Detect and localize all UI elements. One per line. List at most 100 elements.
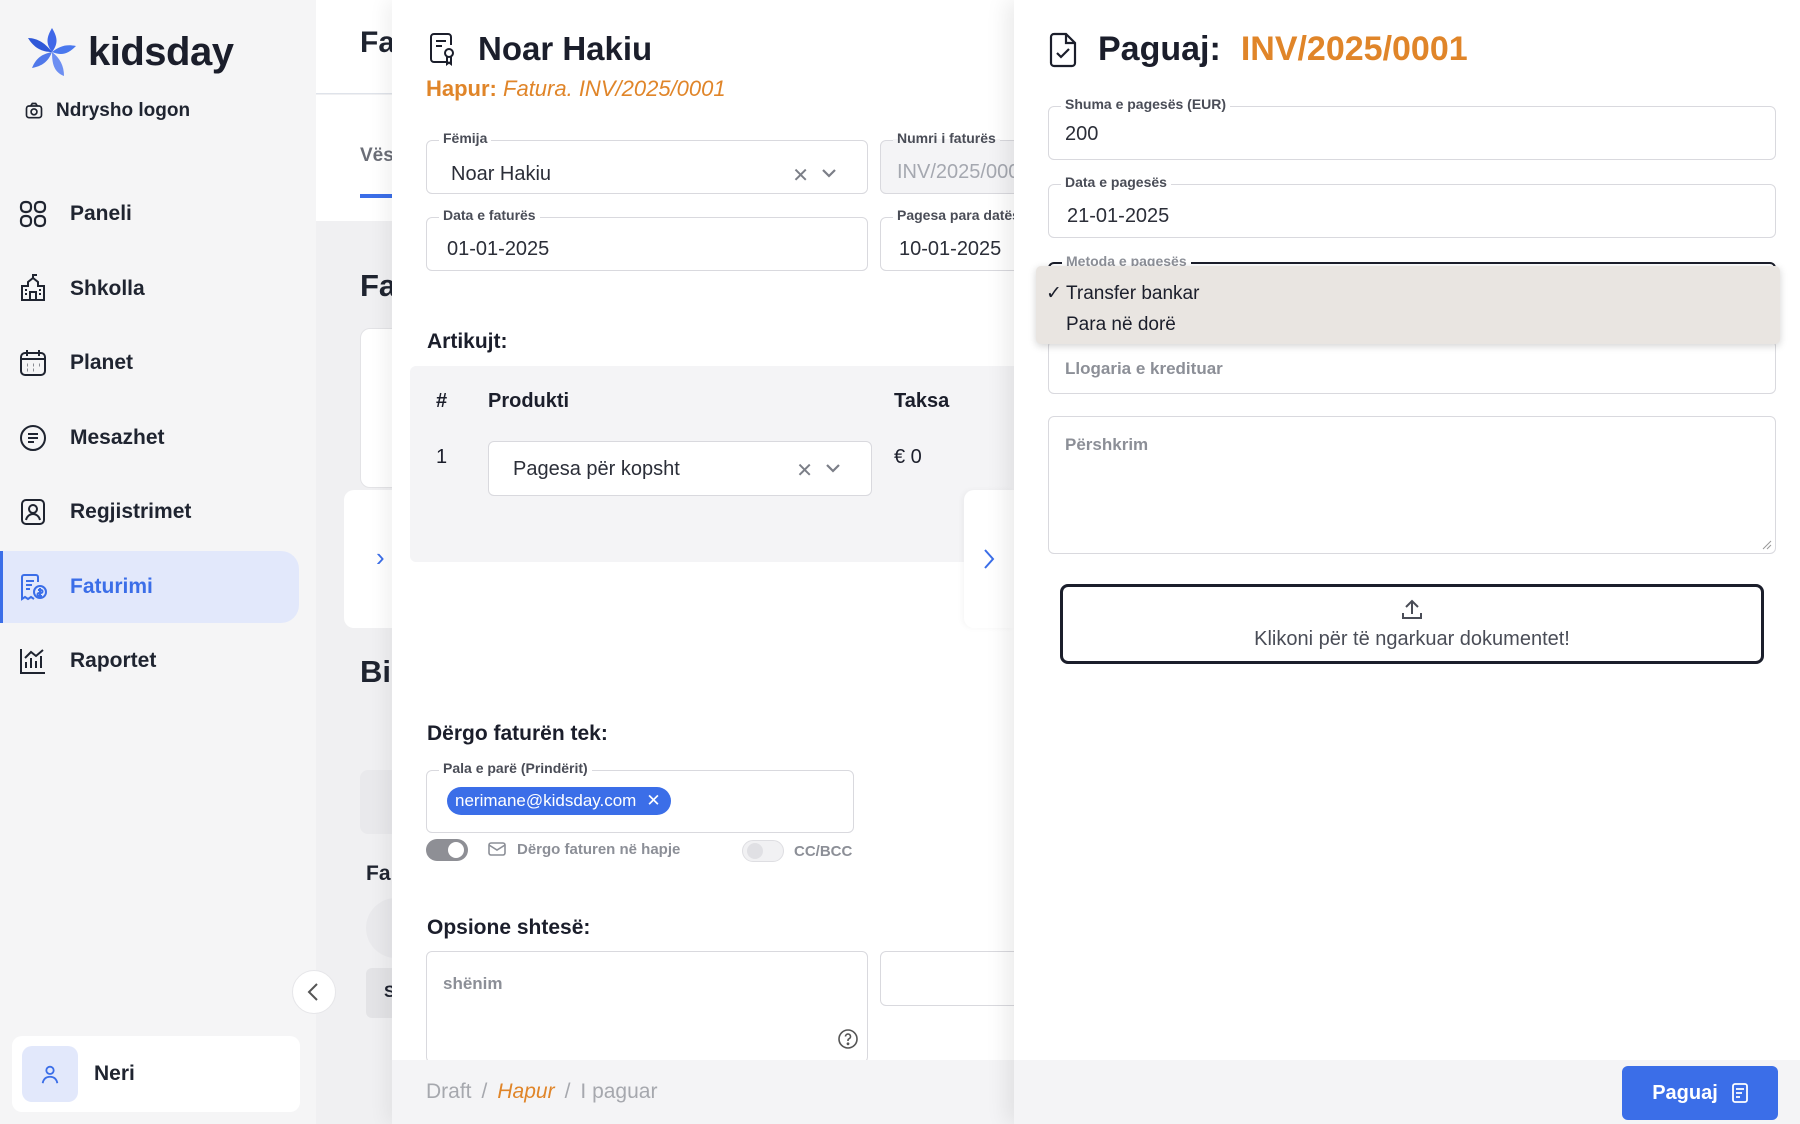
message-icon	[20, 424, 46, 451]
sidebar-item-label: Mesazhet	[70, 425, 165, 449]
items-title: Artikujt:	[427, 330, 508, 353]
invoice-title: Noar Hakiu	[478, 30, 653, 67]
sidebar-item-paneli[interactable]: Paneli	[0, 178, 316, 250]
calendar-icon	[20, 350, 46, 376]
payment-date-value: 21-01-2025	[1067, 205, 1170, 227]
remove-chip-icon[interactable]: ✕	[646, 791, 660, 811]
sidebar-item-planet[interactable]: Planet	[0, 327, 316, 399]
sidebar-item-label: Regjistrimet	[70, 500, 192, 523]
description-placeholder: Përshkrim	[1065, 435, 1149, 454]
ccbcc-label: CC/BCC	[794, 843, 853, 860]
invoice-date-label: Data e faturës	[439, 207, 540, 223]
email-chip[interactable]: nerimane@kidsday.com ✕	[447, 787, 671, 815]
extra-options-title: Opsione shtesë:	[427, 916, 591, 939]
section-title: Fa	[360, 268, 397, 303]
sidebar-item-faturimi[interactable]: Faturimi	[0, 550, 299, 623]
chevron-down-icon[interactable]	[825, 458, 841, 478]
invoice-header: Noar Hakiu	[428, 30, 652, 68]
chevron-right-icon[interactable]: ›	[376, 542, 385, 573]
pay-button[interactable]: Paguaj	[1622, 1066, 1778, 1120]
clear-icon[interactable]: ✕	[796, 458, 813, 483]
payment-header: Paguaj: INV/2025/0001	[1048, 30, 1468, 69]
sidebar-item-mesazhet[interactable]: Mesazhet	[0, 402, 316, 474]
select-controls: ✕	[792, 163, 837, 188]
child-select[interactable]: Fëmija Noar Hakiu ✕	[426, 130, 868, 194]
note-textarea[interactable]: shënim	[426, 951, 868, 1063]
sidebar-item-regjistrimet[interactable]: Regjistrimet	[0, 476, 316, 548]
sidebar-item-label: Faturimi	[70, 574, 153, 598]
breadcrumb-draft[interactable]: Draft	[426, 1080, 472, 1104]
sidebar-item-label: Raportet	[70, 649, 157, 672]
user-icon	[41, 1065, 59, 1084]
next-panel-button[interactable]	[964, 490, 1014, 628]
option-label: Para në dorë	[1066, 313, 1176, 335]
change-logo-button[interactable]: Ndrysho logon	[24, 100, 190, 122]
status-prefix: Hapur:	[426, 76, 497, 101]
clear-icon[interactable]: ✕	[792, 163, 809, 188]
chevron-left-icon	[307, 983, 318, 1001]
tab-all[interactable]: Vës	[360, 145, 394, 167]
row-number: 1	[436, 446, 448, 468]
chevron-down-icon[interactable]	[821, 163, 837, 183]
sidebar-item-shkolla[interactable]: Shkolla	[0, 253, 316, 325]
note-placeholder: shënim	[443, 974, 503, 993]
description-textarea[interactable]: Përshkrim	[1048, 416, 1776, 554]
upload-icon	[1402, 599, 1422, 619]
sidebar-item-label: Planet	[70, 351, 134, 374]
sidebar-item-label: Shkolla	[70, 276, 145, 300]
credited-account-field[interactable]: Llogaria e kredituar	[1048, 340, 1776, 394]
select-controls: ✕	[796, 458, 841, 483]
row-tax: € 0	[894, 446, 922, 468]
ccbcc-toggle[interactable]	[742, 840, 784, 862]
recipient-label: Pala e parë (Prindërit)	[439, 760, 592, 776]
amount-field[interactable]: Shuma e pagesës (EUR) 200	[1048, 96, 1776, 160]
due-date-field[interactable]: Pagesa para datës 10-01-2025	[880, 207, 1014, 271]
school-icon	[21, 273, 45, 301]
upload-documents-button[interactable]: Klikoni për të ngarkuar dokumentet!	[1060, 584, 1764, 664]
child-label: Fëmija	[439, 130, 492, 146]
extra-option-field[interactable]	[880, 951, 1014, 1006]
avatar	[22, 1046, 78, 1102]
payment-date-label: Data e pagesës	[1061, 174, 1171, 190]
invoice-status: Hapur: Fatura. INV/2025/0001	[426, 76, 726, 102]
resize-handle-icon[interactable]	[1762, 540, 1772, 550]
breadcrumb-separator: /	[564, 1080, 571, 1103]
contact-card-icon	[21, 499, 45, 525]
payment-title-prefix: Paguaj:	[1098, 30, 1221, 68]
option-label: Transfer bankar	[1066, 282, 1200, 304]
user-profile[interactable]: Neri	[12, 1036, 300, 1112]
invoice-number-field: Numri i faturës INV/2025/0001	[880, 130, 1014, 194]
invoice-date-field[interactable]: Data e faturës 01-01-2025	[426, 207, 868, 271]
due-date-label: Pagesa para datës	[893, 207, 1014, 223]
brand-logo[interactable]: kidsday	[24, 24, 234, 80]
send-on-open-toggle[interactable]	[426, 839, 468, 861]
section-title-3: Fa	[366, 862, 391, 885]
option-bank-transfer[interactable]: ✓ Transfer bankar	[1036, 278, 1780, 309]
document-check-icon	[1049, 32, 1077, 67]
upload-label: Klikoni për të ngarkuar dokumentet!	[1254, 627, 1570, 650]
invoice-date-value: 01-01-2025	[447, 238, 550, 260]
user-name: Neri	[94, 1062, 135, 1085]
help-icon[interactable]	[837, 1028, 859, 1050]
payment-date-field[interactable]: Data e pagesës 21-01-2025	[1048, 174, 1776, 238]
recipient-field[interactable]: Pala e parë (Prindërit) nerimane@kidsday…	[426, 760, 854, 833]
payment-invoice-ref: INV/2025/0001	[1240, 30, 1468, 68]
column-header-number: #	[436, 390, 448, 412]
option-cash[interactable]: Para në dorë	[1036, 309, 1780, 340]
column-header-tax: Taksa	[894, 390, 950, 412]
breadcrumb-separator: /	[481, 1080, 488, 1103]
chevron-right-icon	[984, 549, 995, 569]
due-date-value: 10-01-2025	[899, 238, 1002, 260]
breadcrumb-paid[interactable]: I paguar	[580, 1080, 657, 1104]
product-select[interactable]: Pagesa për kopsht ✕	[488, 441, 872, 496]
column-header-product: Produkti	[488, 390, 570, 412]
amount-label: Shuma e pagesës (EUR)	[1061, 96, 1231, 112]
sidebar-item-raportet[interactable]: Raportet	[0, 625, 316, 697]
certificate-icon	[430, 33, 454, 66]
collapse-sidebar-button[interactable]	[292, 970, 336, 1014]
breadcrumb-open[interactable]: Hapur	[497, 1080, 554, 1104]
check-icon: ✓	[1046, 283, 1062, 304]
child-value: Noar Hakiu	[451, 163, 552, 185]
payment-method-dropdown: ✓ Transfer bankar Para në dorë	[1036, 266, 1780, 344]
sidebar: kidsday Ndrysho logon Paneli Shkolla Pla…	[0, 0, 316, 1124]
